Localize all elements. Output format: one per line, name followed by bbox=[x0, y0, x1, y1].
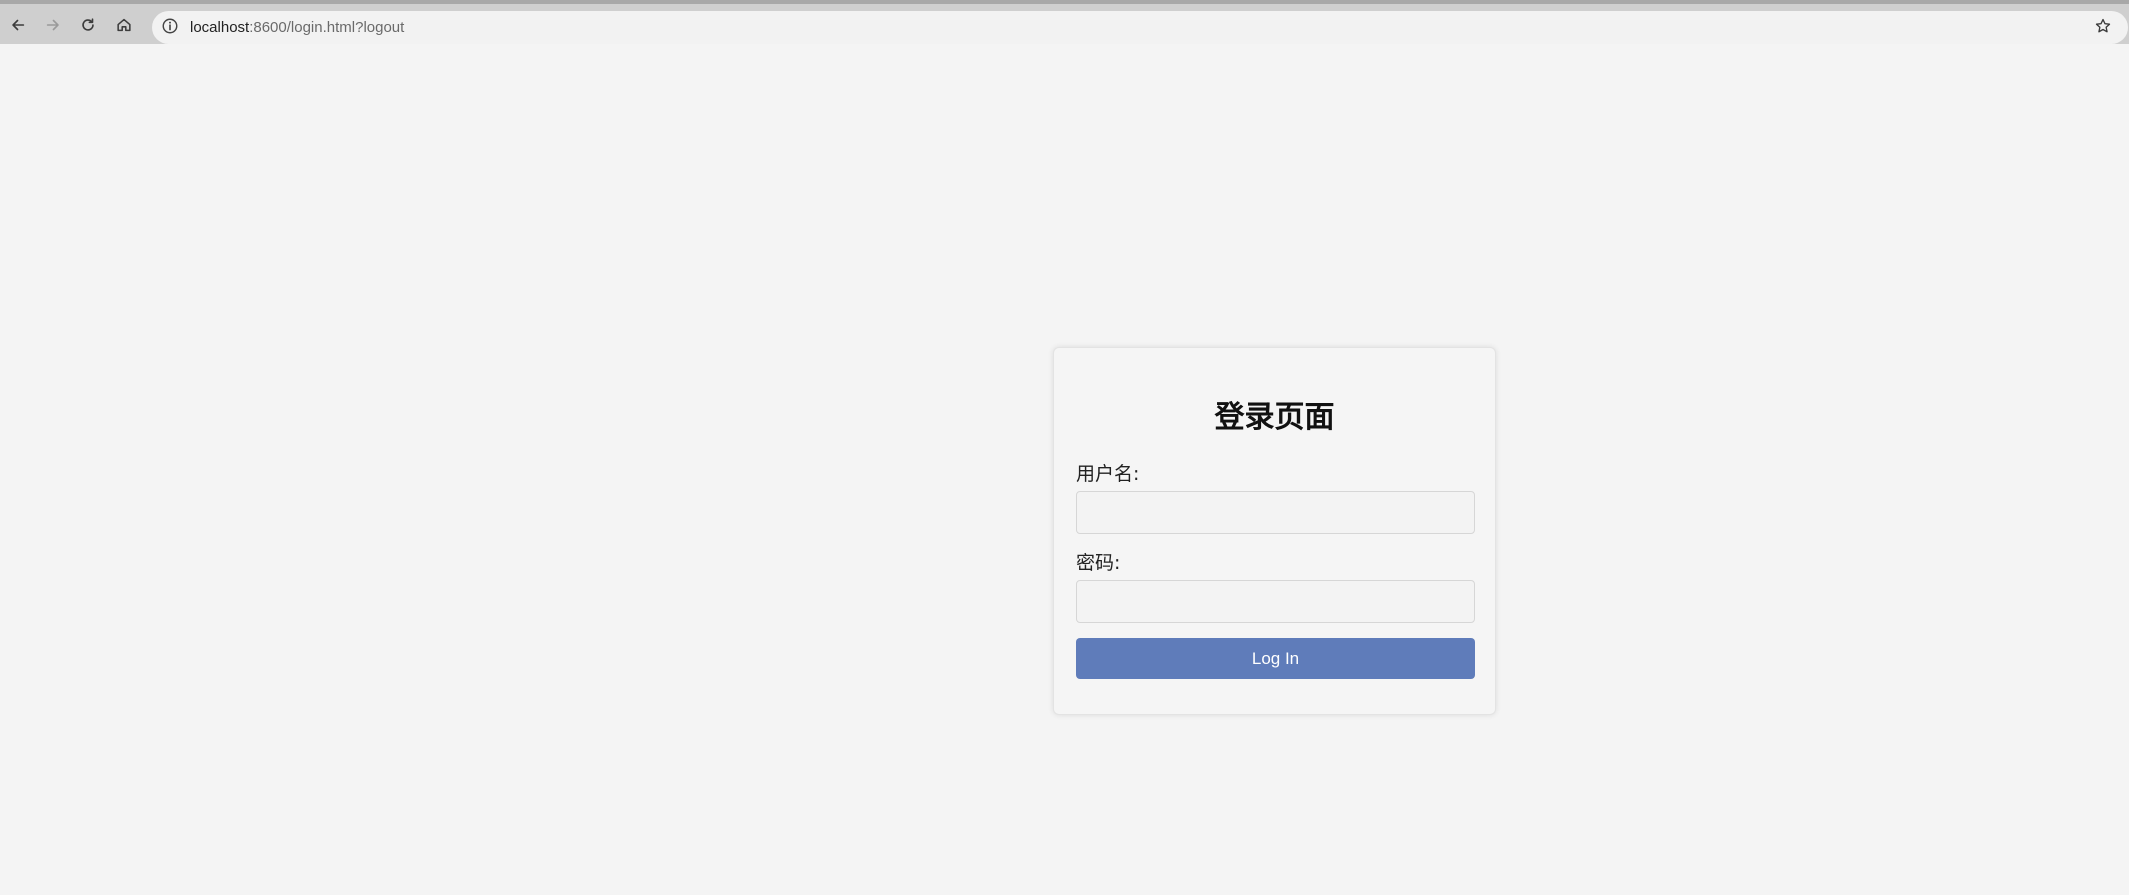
url-host: localhost bbox=[190, 19, 250, 36]
reload-button[interactable] bbox=[73, 12, 103, 42]
bookmark-button[interactable] bbox=[2090, 15, 2116, 41]
username-field[interactable] bbox=[1076, 491, 1475, 534]
star-icon bbox=[2094, 17, 2112, 39]
arrow-left-icon bbox=[9, 16, 27, 38]
password-field[interactable] bbox=[1076, 580, 1475, 623]
forward-button[interactable] bbox=[38, 12, 68, 42]
home-button[interactable] bbox=[109, 12, 139, 42]
browser-toolbar: localhost:8600/login.html?logout bbox=[0, 4, 2129, 44]
page-viewport: 登录页面 用户名: 密码: Log In bbox=[0, 48, 2129, 895]
back-button[interactable] bbox=[3, 12, 33, 42]
info-icon bbox=[161, 17, 179, 39]
password-label: 密码: bbox=[1076, 552, 1121, 574]
url-text[interactable]: localhost:8600/login.html?logout bbox=[190, 19, 404, 36]
address-bar[interactable]: localhost:8600/login.html?logout bbox=[152, 11, 2128, 44]
login-card: 登录页面 用户名: 密码: Log In bbox=[1053, 347, 1496, 715]
site-info-button[interactable] bbox=[160, 18, 180, 38]
login-button[interactable]: Log In bbox=[1076, 638, 1475, 679]
reload-icon bbox=[79, 16, 97, 38]
arrow-right-icon bbox=[44, 16, 62, 38]
page-title: 登录页面 bbox=[1214, 400, 1335, 435]
home-icon bbox=[115, 16, 133, 38]
username-label: 用户名: bbox=[1076, 463, 1140, 485]
url-path: :8600/login.html?logout bbox=[249, 19, 405, 36]
